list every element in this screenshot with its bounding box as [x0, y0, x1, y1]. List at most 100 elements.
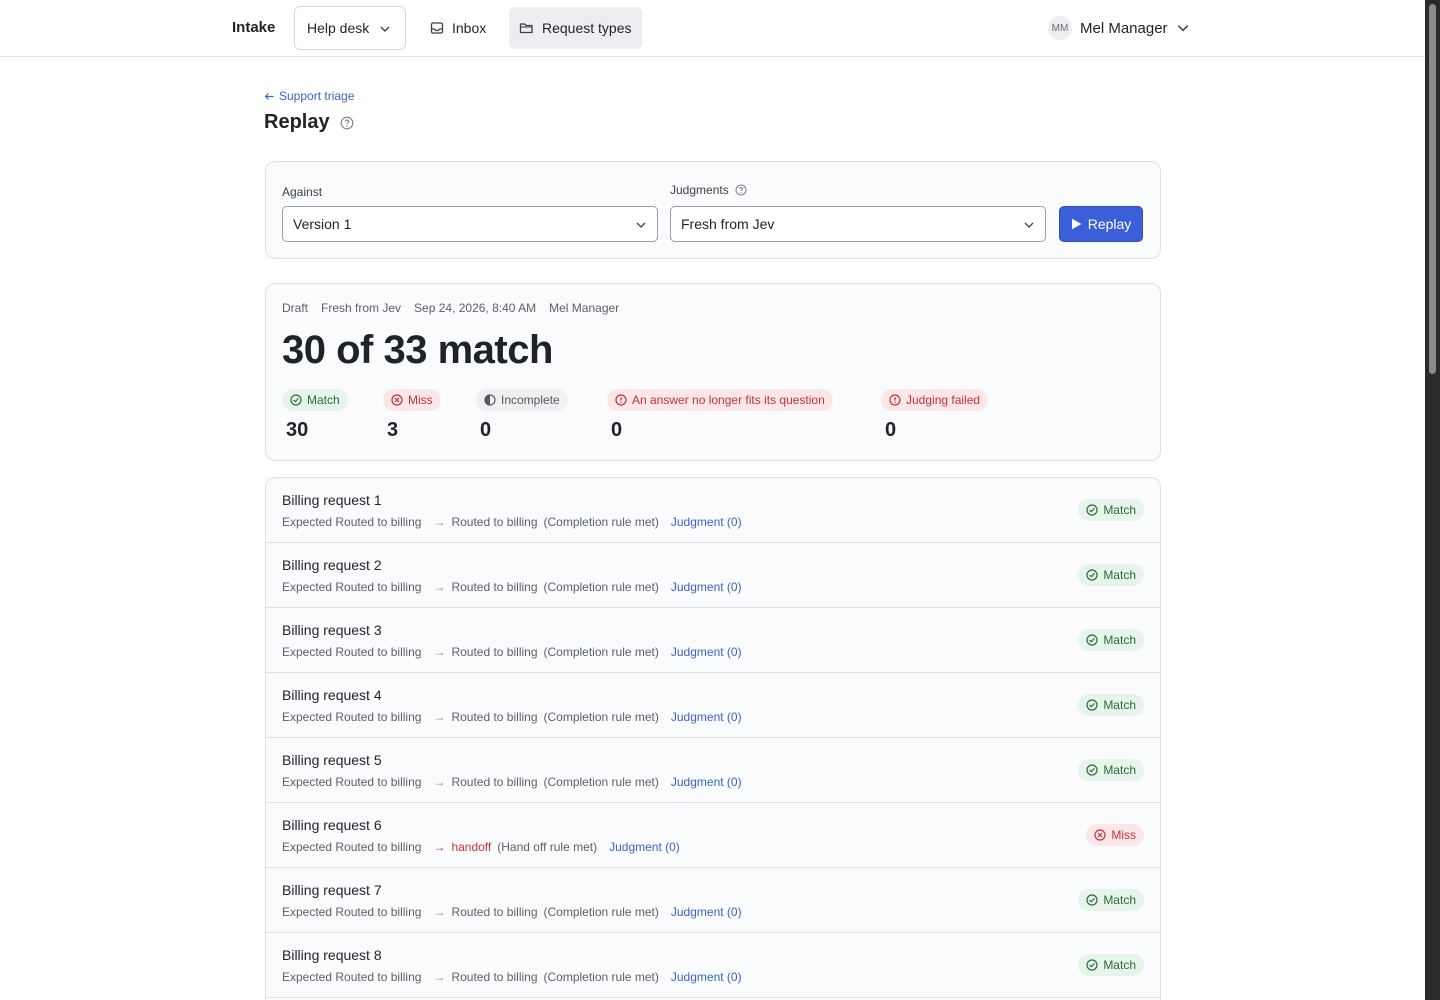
- arrow-right-icon: →: [433, 645, 446, 659]
- status-badge: Miss: [1086, 824, 1144, 846]
- list-item[interactable]: Billing request 8 Expected Routed to bil…: [266, 933, 1160, 998]
- stat-label: Miss: [408, 393, 433, 407]
- judgment-link[interactable]: Judgment (0): [671, 905, 742, 919]
- list-item[interactable]: Billing request 5 Expected Routed to bil…: [266, 738, 1160, 803]
- row-detail: Expected Routed to billing → handoff (Ha…: [282, 840, 680, 854]
- replay-button[interactable]: Replay: [1059, 206, 1143, 242]
- row-title: Billing request 5: [282, 752, 382, 768]
- row-expected: Expected Routed to billing: [282, 580, 422, 594]
- row-detail: Expected Routed to billing → Routed to b…: [282, 970, 742, 984]
- inbox-icon: [430, 21, 444, 35]
- workspace-label: Help desk: [307, 20, 370, 36]
- list-item[interactable]: Billing request 1 Expected Routed to bil…: [266, 478, 1160, 543]
- workspace-select[interactable]: Help desk: [294, 6, 406, 50]
- stat-miss: Miss 3: [383, 389, 441, 441]
- chevron-down-icon: [1176, 21, 1190, 35]
- row-title: Billing request 2: [282, 557, 382, 573]
- row-title: Billing request 4: [282, 687, 382, 703]
- status-label: Match: [1103, 568, 1136, 582]
- row-outcome: Routed to billing: [451, 970, 538, 984]
- row-detail: Expected Routed to billing → Routed to b…: [282, 580, 742, 594]
- arrow-left-icon: [264, 91, 275, 102]
- row-outcome: Routed to billing: [451, 580, 538, 594]
- nav-inbox-label: Inbox: [452, 20, 487, 36]
- status-badge: Match: [1078, 629, 1144, 651]
- user-menu[interactable]: MM Mel Manager: [1048, 16, 1190, 40]
- list-item[interactable]: Billing request 7 Expected Routed to bil…: [266, 868, 1160, 933]
- back-link[interactable]: Support triage: [264, 89, 354, 103]
- judgment-link[interactable]: Judgment (0): [671, 970, 742, 984]
- replay-results-list: Billing request 1 Expected Routed to bil…: [265, 477, 1161, 1000]
- replay-summary: Draft Fresh from Jev Sep 24, 2026, 8:40 …: [265, 283, 1161, 461]
- judgments-label-text: Judgments: [670, 183, 729, 197]
- check-circle-icon: [290, 394, 302, 406]
- row-title: Billing request 3: [282, 622, 382, 638]
- list-item[interactable]: Billing request 3 Expected Routed to bil…: [266, 608, 1160, 673]
- row-expected: Expected Routed to billing: [282, 775, 422, 789]
- row-expected: Expected Routed to billing: [282, 515, 422, 529]
- judgments-label: Judgments: [670, 183, 747, 197]
- x-circle-icon: [1094, 829, 1106, 841]
- judgment-link[interactable]: Judgment (0): [609, 840, 680, 854]
- check-circle-icon: [1086, 504, 1098, 516]
- judgments-select[interactable]: Fresh from Jev: [670, 206, 1046, 242]
- nav-request-types-label: Request types: [542, 20, 632, 36]
- status-badge: Match: [1078, 499, 1144, 521]
- arrow-right-icon: →: [433, 840, 446, 854]
- stat-match: Match 30: [282, 389, 348, 441]
- check-circle-icon: [1086, 634, 1098, 646]
- judgment-link[interactable]: Judgment (0): [671, 580, 742, 594]
- half-circle-icon: [484, 394, 496, 406]
- judgments-select-value: Fresh from Jev: [681, 216, 775, 232]
- judgment-link[interactable]: Judgment (0): [671, 515, 742, 529]
- status-label: Match: [1103, 698, 1136, 712]
- row-detail: Expected Routed to billing → Routed to b…: [282, 905, 742, 919]
- row-detail: Expected Routed to billing → Routed to b…: [282, 710, 742, 724]
- row-expected: Expected Routed to billing: [282, 905, 422, 919]
- meta-status: Draft: [282, 301, 309, 315]
- judgment-link[interactable]: Judgment (0): [671, 710, 742, 724]
- status-badge: An answer no longer fits its question: [607, 389, 833, 411]
- arrow-right-icon: →: [433, 580, 446, 594]
- user-name: Mel Manager: [1080, 19, 1168, 37]
- chevron-down-icon: [635, 219, 647, 231]
- nav-inbox[interactable]: Inbox: [420, 7, 496, 49]
- row-outcome: Routed to billing: [451, 645, 538, 659]
- page-title: Replay: [264, 111, 330, 133]
- arrow-right-icon: →: [433, 710, 446, 724]
- help-icon[interactable]: [735, 184, 747, 196]
- page-scrollbar[interactable]: [1425, 0, 1440, 1000]
- list-item[interactable]: Billing request 6 Expected Routed to bil…: [266, 803, 1160, 868]
- check-circle-icon: [1086, 764, 1098, 776]
- nav-request-types[interactable]: Request types: [509, 7, 642, 49]
- stat-label: Match: [307, 393, 340, 407]
- judgment-link[interactable]: Judgment (0): [671, 645, 742, 659]
- list-item[interactable]: Billing request 4 Expected Routed to bil…: [266, 673, 1160, 738]
- replay-button-label: Replay: [1087, 216, 1132, 232]
- stat-incomplete: Incomplete 0: [476, 389, 568, 441]
- check-circle-icon: [1086, 894, 1098, 906]
- help-icon[interactable]: [340, 116, 354, 130]
- row-title: Billing request 1: [282, 492, 382, 508]
- row-title: Billing request 6: [282, 817, 382, 833]
- against-select[interactable]: Version 1: [282, 206, 658, 242]
- match-headline: 30 of 33 match: [282, 328, 553, 372]
- status-badge: Match: [1078, 564, 1144, 586]
- alert-circle-icon: [615, 394, 627, 406]
- row-expected: Expected Routed to billing: [282, 970, 422, 984]
- stat-label: An answer no longer fits its question: [632, 393, 825, 407]
- row-outcome: Routed to billing: [451, 775, 538, 789]
- meta-author: Mel Manager: [549, 301, 620, 315]
- judgment-link[interactable]: Judgment (0): [671, 775, 742, 789]
- scrollbar-thumb[interactable]: [1429, 4, 1436, 374]
- list-item[interactable]: Billing request 2 Expected Routed to bil…: [266, 543, 1160, 608]
- row-reason: (Hand off rule met): [497, 840, 598, 854]
- status-badge: Match: [1078, 759, 1144, 781]
- row-reason: (Completion rule met): [543, 775, 659, 789]
- status-label: Match: [1103, 893, 1136, 907]
- stat-label: Incomplete: [501, 393, 560, 407]
- row-outcome: Routed to billing: [451, 515, 538, 529]
- brand-name[interactable]: Intake: [232, 19, 275, 36]
- arrow-right-icon: →: [433, 515, 446, 529]
- chevron-down-icon: [379, 23, 391, 35]
